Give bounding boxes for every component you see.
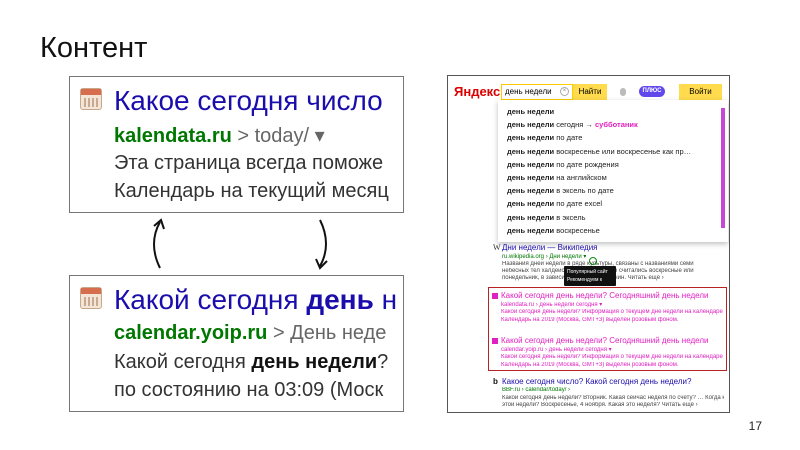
- suggestion-query: день недели: [507, 173, 555, 182]
- suggestion-rest: на английском: [554, 173, 607, 182]
- suggestion-rest: воскресенье или воскресенье как пр…: [554, 146, 692, 156]
- favicon-square-icon: [492, 338, 498, 344]
- calendar-favicon-icon: [80, 88, 102, 110]
- suggestion-item[interactable]: день недели в эксель: [507, 213, 585, 222]
- suggestion-item[interactable]: день недели сегодня → субботаник: [507, 120, 638, 129]
- scrollbar[interactable]: [721, 108, 725, 228]
- suggestion-query: день недели: [507, 225, 555, 235]
- snippet-after-line1: Какой сегодня день недели?: [114, 351, 389, 373]
- suggestion-item[interactable]: день недели воскресенье: [507, 226, 600, 235]
- snippet-after-line2: по состоянию на 03:09 (Моск: [114, 379, 384, 401]
- result-wiki-url[interactable]: ru.wikipedia.org › Дни недели ▾: [502, 253, 586, 260]
- result-bbf-snippet2: этой недели? Воскресенье, 4 ноября. Кака…: [502, 402, 698, 408]
- suggestion-rest: в эксель по дате: [554, 186, 614, 196]
- find-button[interactable]: Найти: [573, 84, 607, 100]
- calendar-favicon-icon: [80, 287, 102, 309]
- suggestion-rest: по дате: [554, 133, 583, 143]
- result-b-snippet1: Какой сегодня день недели? Информация о …: [501, 354, 723, 360]
- login-button[interactable]: Войти: [679, 84, 722, 100]
- slide-title: Контент: [40, 32, 148, 64]
- suggestion-query: день недели: [507, 133, 555, 143]
- clear-icon[interactable]: ×: [560, 87, 569, 96]
- result-bbf-snippet1: Какой сегодня день недели? Вторник. Кака…: [502, 395, 724, 401]
- suggestion-query: день недели: [507, 120, 555, 130]
- favicon-square-icon: [492, 293, 498, 299]
- suggestion-rest: воскресенье: [554, 225, 600, 235]
- suggestion-highlight: субботаник: [595, 120, 638, 130]
- suggestion-query: день недели: [507, 159, 555, 169]
- snippet-after-card: Какой сегодня день н calendar.yoip.ru > …: [69, 275, 404, 412]
- wikipedia-icon: W: [493, 243, 501, 252]
- yandex-logo[interactable]: Яндекс: [454, 84, 500, 99]
- suggestion-item[interactable]: день недели по дате рождения: [507, 160, 619, 169]
- suggestion-item[interactable]: день недели по дате excel: [507, 199, 602, 208]
- snippet-before-url[interactable]: kalendata.ru > today/ ▾: [114, 123, 325, 148]
- suggestion-query: день недели: [507, 212, 555, 222]
- result-a-url[interactable]: kalendata.ru › день недели сегодня ▾: [501, 301, 602, 308]
- result-b-snippet2: Календарь на 2019 (Москва, GMT+3) выделе…: [501, 362, 679, 368]
- chevron-down-icon: ▾: [309, 125, 325, 147]
- result-wiki-title[interactable]: Дни недели — Википедия: [502, 243, 598, 252]
- suggestion-rest: по дате excel: [554, 199, 603, 209]
- suggestion-item[interactable]: день недели по дате: [507, 133, 582, 142]
- result-a-snippet1: Какой сегодня день недели? Информация о …: [501, 309, 723, 315]
- suggest-dropdown: день недели день недели сегодня → суббота…: [498, 100, 728, 242]
- suggestion-item[interactable]: день недели: [507, 107, 554, 116]
- snippet-before-line2: Календарь на текущий месяц: [114, 180, 389, 202]
- result-a-title[interactable]: Какой сегодня день недели? Сегодняшний д…: [501, 291, 723, 300]
- suggestion-query: день недели: [507, 186, 555, 196]
- popular-site-tooltip: Популярный сайт Рекомендуем к посещению: [564, 266, 616, 291]
- suggestion-query: день недели: [507, 199, 555, 209]
- snippet-before-title[interactable]: Какое сегодня число: [114, 85, 383, 117]
- microphone-icon[interactable]: [620, 88, 626, 96]
- page-number: 17: [748, 419, 762, 433]
- result-bbf-url[interactable]: BBF.ru › calendar/today/ ›: [502, 387, 570, 393]
- result-b-url[interactable]: calendar.yoip.ru › день недели сегодня ▾: [501, 346, 612, 353]
- suggestion-rest: в эксель: [554, 212, 586, 222]
- plus-badge[interactable]: ПЛЮС: [639, 86, 665, 97]
- yandex-serp-screenshot: Яндекс день недели × Найти ПЛЮС Войти де…: [447, 75, 730, 413]
- suggestion-query: день недели: [507, 107, 555, 116]
- popular-site-icon[interactable]: [589, 257, 597, 265]
- result-b-title[interactable]: Какой сегодня день недели? Сегодняшний д…: [501, 336, 723, 345]
- suggestion-query: день недели: [507, 146, 555, 156]
- snippet-before-card: Какое сегодня число kalendata.ru > today…: [69, 76, 404, 213]
- result-a-snippet2: Календарь на 2019 (Москва, GMT+3) выделе…: [501, 317, 679, 323]
- snippet-after-url[interactable]: calendar.yoip.ru > День неде: [114, 322, 386, 345]
- snippet-before-line1: Эта страница всегда поможе: [114, 152, 384, 174]
- suggestion-item[interactable]: день недели воскресенье или воскресенье …: [507, 147, 691, 156]
- result-bbf-title[interactable]: Какое сегодня число? Какой сегодня день …: [502, 377, 724, 386]
- suggestion-item[interactable]: день недели на английском: [507, 173, 607, 182]
- snippet-after-title[interactable]: Какой сегодня день н: [114, 284, 397, 316]
- bbf-favicon-icon: b: [493, 377, 498, 386]
- suggestion-rest: по дате рождения: [554, 159, 619, 169]
- suggestion-item[interactable]: день недели в эксель по дате: [507, 186, 614, 195]
- suggestion-rest: сегодня →: [554, 120, 596, 130]
- swap-arrows-icon: [153, 218, 328, 270]
